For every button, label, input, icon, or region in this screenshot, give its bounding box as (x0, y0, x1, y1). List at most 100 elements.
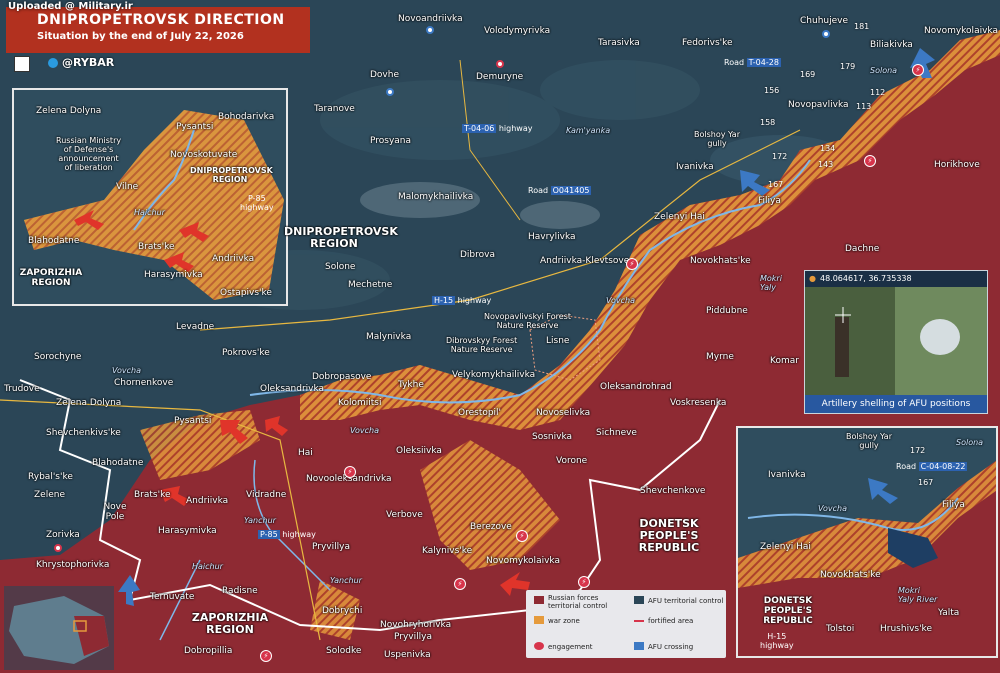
place-demuryne: Demuryne (476, 72, 524, 82)
river-label-mokri-yaly: Mokri Yaly (760, 274, 782, 292)
engagement-marker: ⚡ (260, 650, 272, 662)
region-dnipropetrovsk: DNIPROPETROVSK REGION (284, 225, 398, 250)
feature-bolshoy-yar: Bolshoy Yar gully (694, 130, 740, 148)
place-sosnivka: Sosnivka (532, 432, 573, 442)
inset-right-river-vovcha: Vovcha (818, 504, 848, 513)
place-uspenivka: Uspenivka (384, 650, 431, 660)
settlement-pin (54, 544, 62, 552)
legend-swatch-war-zone (534, 616, 544, 624)
place-dibrova: Dibrova (460, 250, 495, 260)
place-dobropasove: Dobropasove (312, 372, 372, 382)
height-181: 181 (854, 22, 870, 31)
place-malynivka: Malynivka (366, 332, 412, 342)
photo-caption: Artillery shelling of AFU positions (805, 395, 987, 413)
engagement-marker: ⚡ (578, 576, 590, 588)
road-t0428: Road T-04-28 (724, 58, 781, 67)
legend-engagement: engagement (548, 643, 593, 651)
header-banner: Uploaded @ Military.ir DNIPROPETROVSK DI… (6, 1, 310, 53)
place-novoselivka: Novoselivka (536, 408, 591, 418)
place-rybalske: Rybal's'ke (28, 472, 73, 482)
inset-left-label-ostapivske: Ostapivs'ke (220, 288, 272, 298)
place-sichneve: Sichneve (596, 428, 637, 438)
place-lisne: Lisne (546, 336, 570, 346)
place-horikhove: Horikhove (934, 160, 980, 170)
engagement-marker: ⚡ (864, 155, 876, 167)
upload-watermark: Uploaded @ Military.ir (8, 1, 133, 12)
place-novopavlivka: Novopavlivka (788, 100, 849, 110)
place-filiya: Filiya (758, 196, 781, 206)
inset-right-yalta: Yalta (938, 608, 960, 618)
height-112: 112 (870, 88, 886, 97)
inset-left-region-zaporizhia: ZAPORIZHIA REGION (19, 268, 83, 288)
inset-left-road-p85: P-85 highway (240, 194, 274, 212)
photo-coords: ● 48.064617, 36.735338 (805, 271, 987, 287)
place-biliakivka: Biliakivka (870, 40, 913, 50)
place-verbove: Verbove (386, 510, 423, 520)
place-orestopil: Orestopil' (458, 408, 502, 418)
place-pryvillya: Pryvillya (312, 542, 350, 552)
place-malomykhailivka: Malomykhailivka (398, 192, 474, 202)
place-kamyanka: Kam'yanka (566, 126, 611, 135)
place-havrylivka: Havrylivka (528, 232, 576, 242)
place-kolomiitsi: Kolomiitsi (338, 398, 382, 408)
inset-left-label-blahodatne: Blahodatne (28, 236, 80, 246)
road-o041405: Road O041405 (528, 186, 592, 195)
road-t0406: T-04-06 highway (462, 124, 533, 133)
river-label-vovcha-east: Vovcha (606, 296, 636, 305)
qr-code-icon (14, 56, 30, 72)
legend-crossing: AFU crossing (648, 643, 694, 651)
place-radisne: Radisne (222, 586, 258, 596)
inset-left: Zelena Dolyna Pysantsi Bohodarivka Novos… (12, 88, 288, 306)
region-dpr: DONETSK PEOPLE'S REPUBLIC (638, 517, 700, 554)
place-novoandriivka: Novoandriivka (398, 14, 463, 24)
place-komar: Komar (770, 356, 799, 366)
place-chuhujeve: Chuhujeve (800, 16, 849, 26)
height-113: 113 (856, 102, 872, 111)
inset-left-label-zelena-dolyna: Zelena Dolyna (36, 106, 102, 116)
place-oleksiivka: Oleksiivka (396, 446, 442, 456)
settlement-pin (386, 88, 394, 96)
place-dachne: Dachne (845, 244, 880, 254)
brand-handle: @RYBAR (62, 56, 115, 69)
place-pokrovske: Pokrovs'ke (222, 348, 270, 358)
place-solodke: Solodke (326, 646, 362, 656)
inset-left-label-novoskotuvate: Novoskotuvate (170, 150, 238, 160)
place-trudove: Trudove (4, 384, 40, 394)
overview-minimap (4, 586, 114, 670)
place-zelene: Zelene (34, 490, 65, 500)
settlement-pin (426, 26, 434, 34)
inset-left-label-bratske: Brats'ke (138, 242, 175, 252)
place-nove-pole: Nove Pole (103, 502, 127, 522)
height-158: 158 (760, 118, 776, 127)
place-fedorivske: Fedorivs'ke (682, 38, 733, 48)
inset-right-bolshoy-yar: Bolshoy Yar gully (846, 432, 892, 450)
place-solone: Solone (325, 262, 356, 272)
inset-left-label-vilne: Vilne (116, 182, 139, 192)
legend-swatch-fortified (634, 620, 644, 622)
place-voskresenka: Voskresenka (670, 398, 727, 408)
inset-left-label-bohodarivka: Bohodarivka (218, 112, 275, 122)
settlement-pin (496, 60, 504, 68)
place-ternuvate: Ternuvate (150, 592, 195, 602)
river-label-solona: Solona (870, 66, 898, 75)
feature-dibrovskyy-forest: Dibrovskyy Forest Nature Reserve (446, 336, 518, 354)
map-canvas: Uploaded @ Military.ir DNIPROPETROVSK DI… (0, 0, 1000, 673)
river-label-vovcha-mid: Vovcha (350, 426, 380, 435)
settlement-pin (822, 30, 830, 38)
engagement-marker: ⚡ (344, 466, 356, 478)
height-156: 156 (764, 86, 780, 95)
place-shevchenkivske: Shevchenkivs'ke (46, 428, 121, 438)
inset-right-road-h15: H-15 highway (760, 632, 794, 650)
inset-left-label-pysantsi: Pysantsi (176, 122, 214, 132)
place-harasymivka: Harasymivka (158, 526, 217, 536)
place-oleksandrivka: Oleksandrivka (260, 384, 325, 394)
river-label-vovcha-west: Vovcha (112, 366, 142, 375)
place-zelena-dolyna: Zelena Dolyna (56, 398, 122, 408)
engagement-marker: ⚡ (454, 578, 466, 590)
place-andriivka-klevtsove: Andriivka-Klevtsove (540, 256, 630, 266)
road-p85: P-85 highway (258, 530, 316, 539)
place-novokhatske: Novokhats'ke (690, 256, 751, 266)
map-title: DNIPROPETROVSK DIRECTION (37, 12, 285, 28)
place-volodymyrivka: Volodymyrivka (484, 26, 551, 36)
telegram-icon (48, 58, 58, 68)
